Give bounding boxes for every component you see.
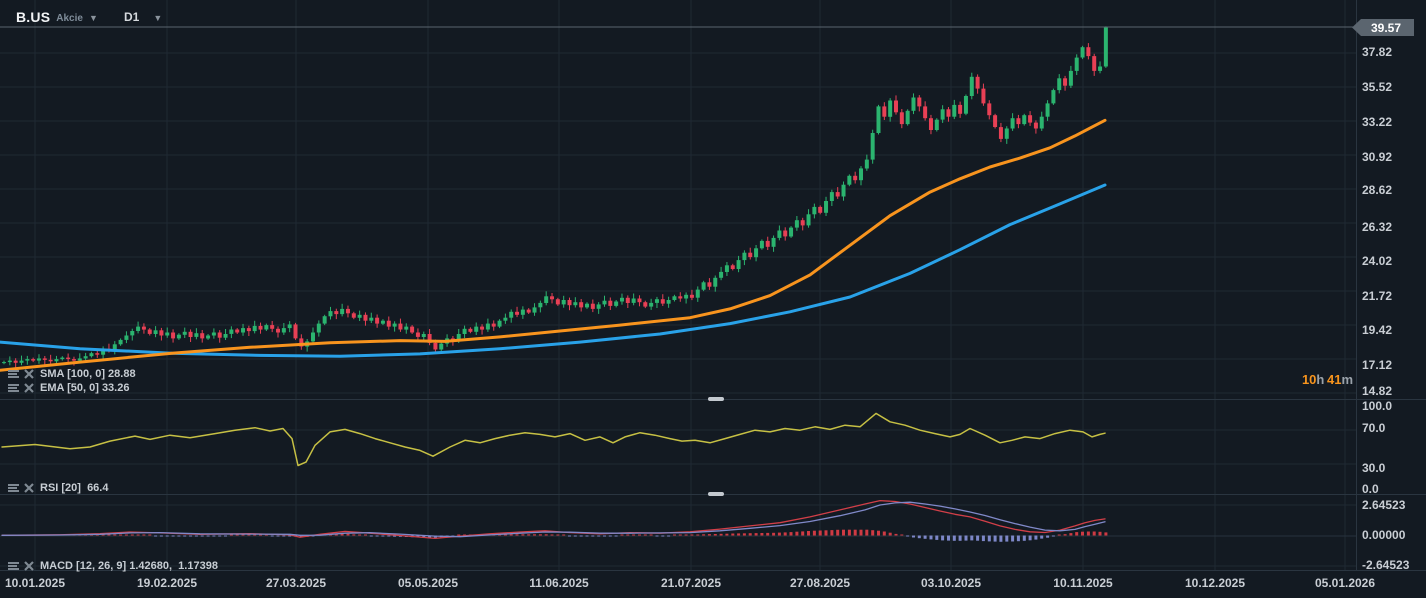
instrument-type-label: Akcie <box>56 13 83 24</box>
rsi-tick: 70.0 <box>1362 421 1385 435</box>
chevron-down-icon: ▼ <box>89 13 98 23</box>
indicator-close-icon[interactable] <box>24 561 35 571</box>
rsi-tick: 30.0 <box>1362 461 1385 475</box>
price-tick: 21.72 <box>1362 289 1392 303</box>
candle-close-countdown: 10h 41m <box>1250 372 1353 387</box>
chevron-down-icon: ▼ <box>153 13 162 23</box>
trading-chart-window: B.US Akcie ▼ D1 ▼ SMA [100, 0] 28.88 EMA… <box>0 0 1426 598</box>
timeframe-selector[interactable]: D1 ▼ <box>124 10 162 24</box>
price-chart-canvas[interactable] <box>0 0 1426 598</box>
indicator-close-icon[interactable] <box>24 369 35 379</box>
countdown-minutes-unit: m <box>1341 372 1353 387</box>
price-tick: 28.62 <box>1362 183 1392 197</box>
timeframe-value: D1 <box>124 10 139 24</box>
rsi-tick: 0.0 <box>1362 482 1379 496</box>
countdown-minutes: 41 <box>1327 372 1341 387</box>
price-axis-separator <box>1356 0 1357 570</box>
date-label: 03.10.2025 <box>921 576 981 590</box>
last-price-badge: 39.57 <box>1352 19 1414 36</box>
gridlines <box>0 0 1356 570</box>
indicator-settings-icon[interactable] <box>8 483 19 493</box>
macd-tick: -2.64523 <box>1362 558 1409 572</box>
price-tick: 35.52 <box>1362 80 1392 94</box>
rsi-label: RSI [20] 66.4 <box>40 482 108 494</box>
date-label: 10.11.2025 <box>1053 576 1112 590</box>
price-tick: 26.32 <box>1362 220 1392 234</box>
date-label: 10.12.2025 <box>1185 576 1245 590</box>
panel-resize-handle[interactable] <box>708 397 724 401</box>
indicator-settings-icon[interactable] <box>8 369 19 379</box>
indicator-settings-icon[interactable] <box>8 561 19 571</box>
indicator-settings-icon[interactable] <box>8 383 19 393</box>
date-label: 05.05.2025 <box>398 576 458 590</box>
macd-label: MACD [12, 26, 9] 1.42680, 1.17398 <box>40 560 218 572</box>
rsi-tick: 100.0 <box>1362 399 1392 413</box>
date-label: 27.03.2025 <box>266 576 326 590</box>
date-label: 10.01.2025 <box>5 576 65 590</box>
date-label: 27.08.2025 <box>790 576 850 590</box>
price-tick: 37.82 <box>1362 45 1392 59</box>
macd-tick: 2.64523 <box>1362 498 1405 512</box>
price-tick: 19.42 <box>1362 323 1392 337</box>
symbol-selector[interactable]: B.US Akcie ▼ <box>16 9 98 25</box>
indicator-legend-sma: SMA [100, 0] 28.88 <box>8 367 136 380</box>
date-label: 05.01.2026 <box>1315 576 1375 590</box>
date-label: 21.07.2025 <box>661 576 721 590</box>
indicator-legend-ema: EMA [50, 0] 33.26 <box>8 381 129 394</box>
date-label: 11.06.2025 <box>529 576 588 590</box>
indicator-legend-macd: MACD [12, 26, 9] 1.42680, 1.17398 <box>8 559 218 572</box>
sma-label: SMA [100, 0] 28.88 <box>40 368 136 380</box>
date-label: 19.02.2025 <box>137 576 197 590</box>
candles <box>2 26 1108 368</box>
price-tick: 33.22 <box>1362 115 1392 129</box>
price-tick: 30.92 <box>1362 150 1392 164</box>
indicator-close-icon[interactable] <box>24 483 35 493</box>
macd-tick: 0.00000 <box>1362 528 1405 542</box>
price-tick: 14.82 <box>1362 384 1392 398</box>
countdown-hours: 10 <box>1302 372 1316 387</box>
ema-label: EMA [50, 0] 33.26 <box>40 382 129 394</box>
countdown-hours-unit: h <box>1316 372 1324 387</box>
indicator-close-icon[interactable] <box>24 383 35 393</box>
price-tick: 24.02 <box>1362 254 1392 268</box>
indicator-legend-rsi: RSI [20] 66.4 <box>8 481 108 494</box>
price-tick: 17.12 <box>1362 358 1392 372</box>
panel-resize-handle[interactable] <box>708 492 724 496</box>
symbol-name: B.US <box>16 9 50 25</box>
